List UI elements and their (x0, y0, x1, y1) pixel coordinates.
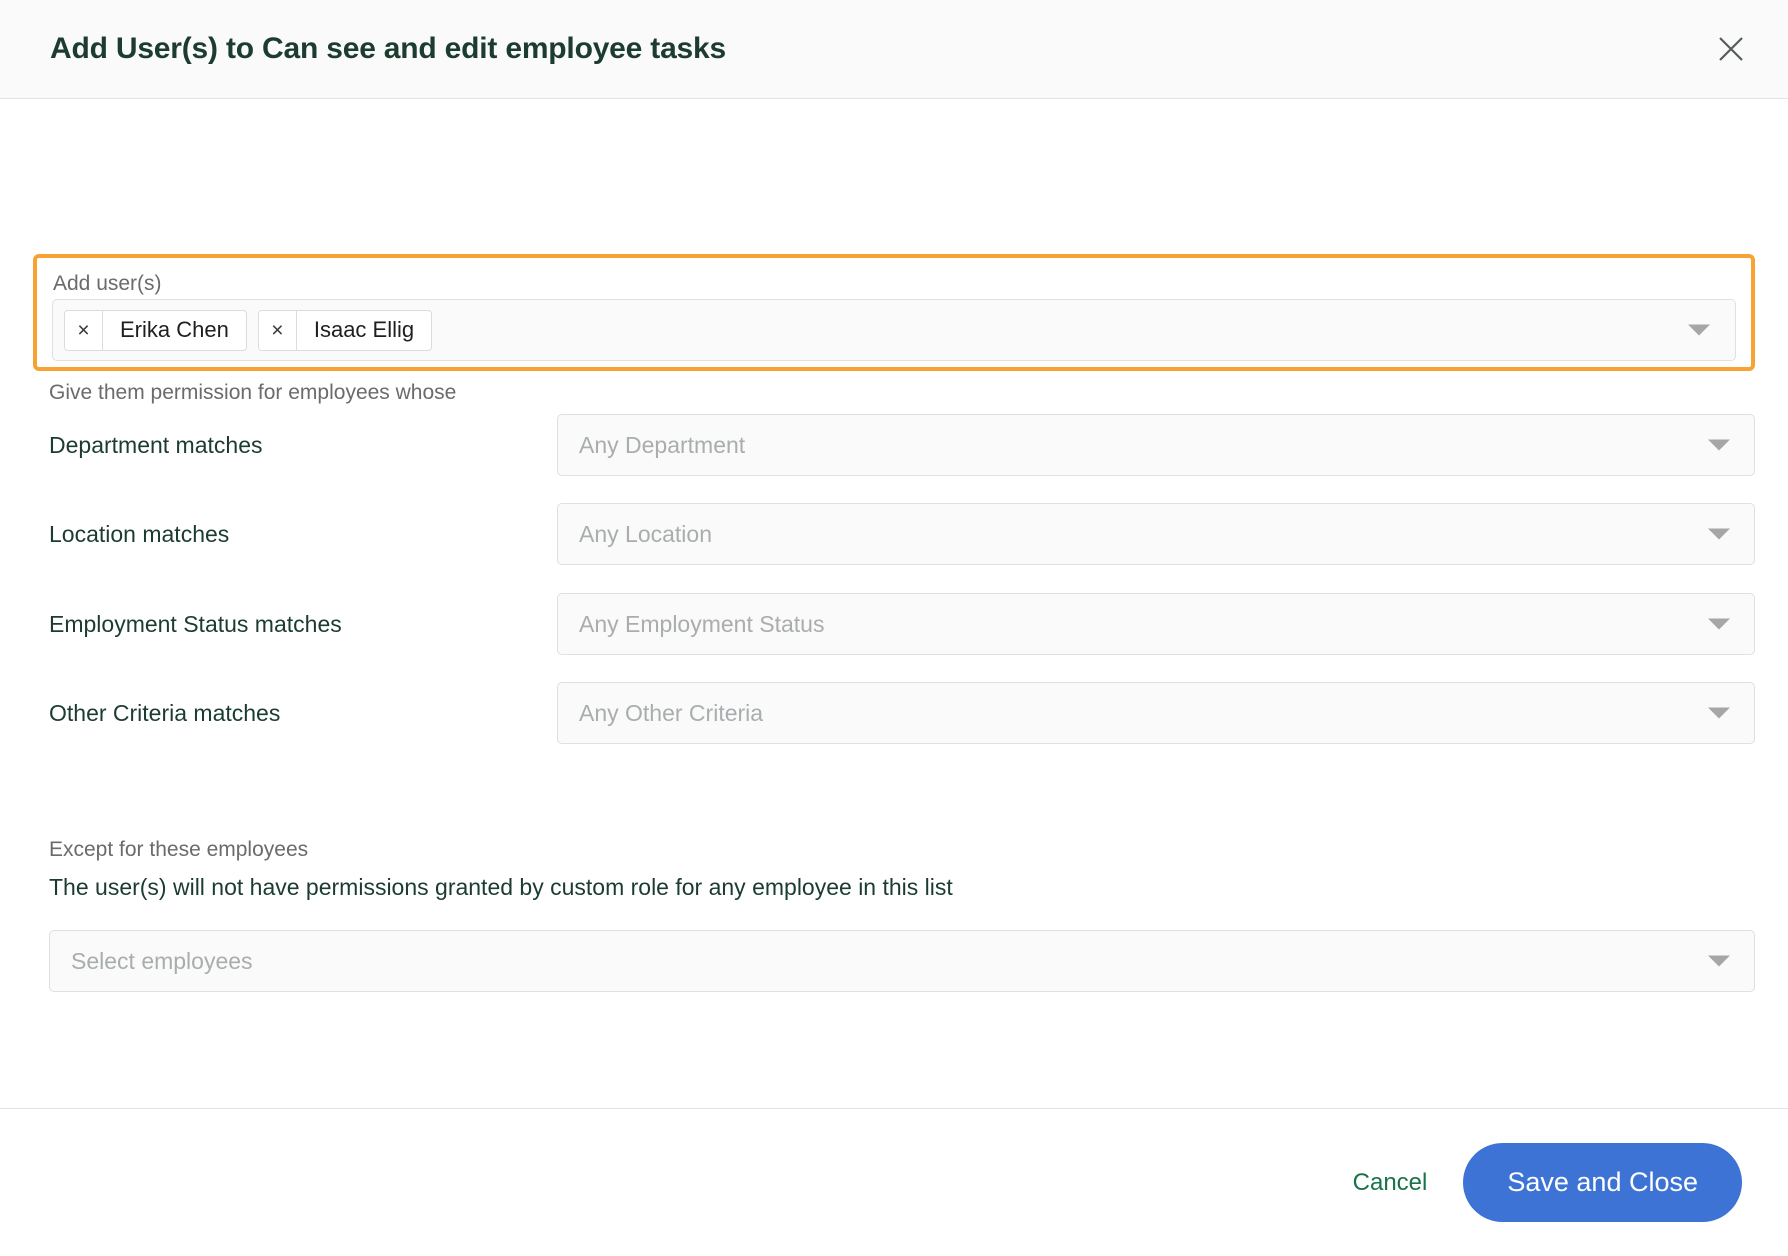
modal-footer: Cancel Save and Close (0, 1108, 1788, 1256)
page-title: Add User(s) to Can see and edit employee… (50, 32, 727, 65)
chip-label: Erika Chen (120, 317, 229, 342)
other-criteria-select-placeholder: Any Other Criteria (579, 699, 764, 726)
exceptions-description: The user(s) will not have permissions gr… (49, 874, 953, 900)
exceptions-note: Except for these employees (49, 838, 309, 861)
criteria-label-location: Location matches (49, 520, 230, 547)
department-select-placeholder: Any Department (579, 431, 746, 458)
modal-body: Add user(s) × Erika Chen × Isaac Ellig G… (0, 99, 1788, 1108)
chevron-down-icon[interactable] (1708, 618, 1730, 630)
chevron-down-icon[interactable] (1708, 955, 1730, 967)
criteria-label-other-criteria: Other Criteria matches (49, 699, 281, 726)
cancel-button[interactable]: Cancel (1347, 1159, 1434, 1207)
chevron-down-icon[interactable] (1708, 528, 1730, 540)
criteria-row-other-criteria: Other Criteria matches Any Other Criteri… (49, 682, 1755, 744)
user-chip[interactable]: × Isaac Ellig (257, 309, 433, 351)
chevron-down-icon[interactable] (1688, 324, 1710, 336)
criteria-label-department: Department matches (49, 431, 263, 458)
criteria-row-employment-status: Employment Status matches Any Employment… (49, 593, 1755, 655)
close-button[interactable] (1708, 26, 1754, 72)
chip-label: Isaac Ellig (313, 317, 415, 342)
select-employees-input[interactable]: Select employees (49, 930, 1755, 992)
chip-remove-icon[interactable]: × (258, 310, 297, 350)
chevron-down-icon[interactable] (1708, 439, 1730, 451)
add-users-modal: Add User(s) to Can see and edit employee… (0, 0, 1788, 1256)
criteria-label-employment-status: Employment Status matches (49, 610, 342, 637)
chevron-down-icon[interactable] (1708, 707, 1730, 719)
department-select[interactable]: Any Department (557, 414, 1755, 476)
close-icon (1717, 35, 1745, 63)
add-users-input[interactable]: × Erika Chen × Isaac Ellig (52, 299, 1736, 361)
criteria-row-department: Department matches Any Department (49, 414, 1755, 476)
add-users-highlight-box: Add user(s) × Erika Chen × Isaac Ellig (33, 254, 1755, 371)
criteria-row-location: Location matches Any Location (49, 503, 1755, 565)
employment-status-select[interactable]: Any Employment Status (557, 593, 1755, 655)
location-select[interactable]: Any Location (557, 503, 1755, 565)
save-and-close-button[interactable]: Save and Close (1463, 1143, 1742, 1222)
user-chip[interactable]: × Erika Chen (64, 309, 247, 351)
select-employees-placeholder: Select employees (71, 947, 253, 974)
location-select-placeholder: Any Location (579, 520, 712, 547)
modal-header: Add User(s) to Can see and edit employee… (0, 0, 1788, 99)
add-users-label: Add user(s) (53, 272, 162, 295)
permission-note: Give them permission for employees whose (49, 381, 457, 404)
other-criteria-select[interactable]: Any Other Criteria (557, 682, 1755, 744)
chip-remove-icon[interactable]: × (65, 310, 103, 350)
employment-status-select-placeholder: Any Employment Status (579, 610, 825, 637)
select-employees-wrapper: Select employees (49, 930, 1755, 992)
